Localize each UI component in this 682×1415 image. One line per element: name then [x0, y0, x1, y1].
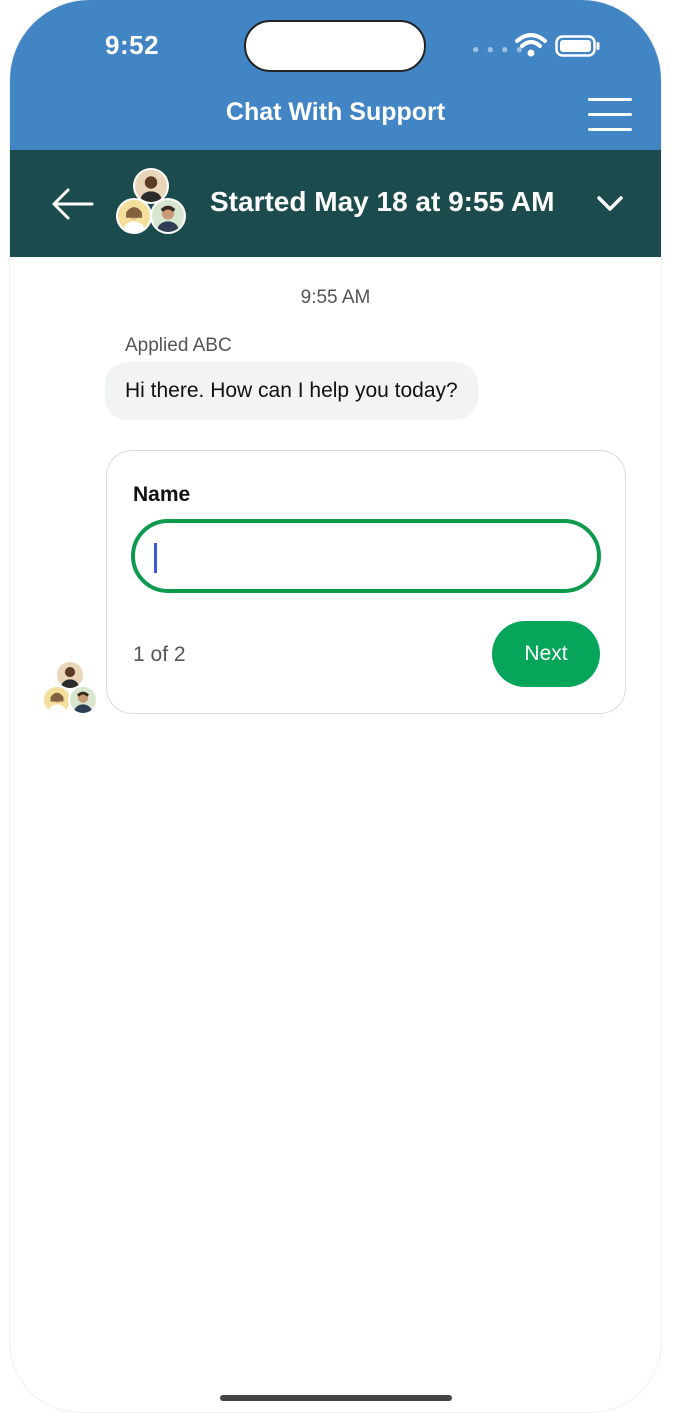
hamburger-menu-icon[interactable] — [588, 96, 632, 134]
name-field-label: Name — [133, 483, 191, 506]
name-input[interactable] — [131, 519, 601, 593]
dynamic-island — [244, 20, 426, 72]
step-indicator: 1 of 2 — [133, 643, 186, 666]
phone-frame: 9:52 ● ● ● ● Chat With Support Started M… — [10, 0, 661, 1412]
text-cursor — [154, 543, 157, 573]
conversation-title: Started May 18 at 9:55 AM — [210, 186, 555, 217]
arrow-left-icon[interactable] — [50, 184, 94, 224]
next-button[interactable]: Next — [492, 621, 600, 687]
app-bar: 9:52 ● ● ● ● Chat With Support — [10, 0, 661, 150]
avatar — [68, 685, 98, 715]
avatar — [116, 198, 152, 234]
chat-header: Started May 18 at 9:55 AM — [10, 150, 661, 257]
app-title: Chat With Support — [225, 98, 446, 126]
chevron-down-icon[interactable] — [595, 190, 625, 216]
sender-name: Applied ABC — [125, 335, 232, 356]
avatar — [150, 198, 186, 234]
battery-icon — [555, 35, 600, 57]
message-timestamp: 9:55 AM — [300, 287, 371, 308]
agent-avatar-group — [42, 660, 98, 716]
home-indicator[interactable] — [220, 1395, 452, 1401]
agent-avatar-group — [116, 168, 186, 238]
wifi-icon — [515, 33, 547, 57]
name-form-card: Name 1 of 2 Next — [106, 450, 626, 714]
message-bubble: Hi there. How can I help you today? — [105, 362, 478, 420]
status-time: 9:52 — [105, 30, 160, 60]
